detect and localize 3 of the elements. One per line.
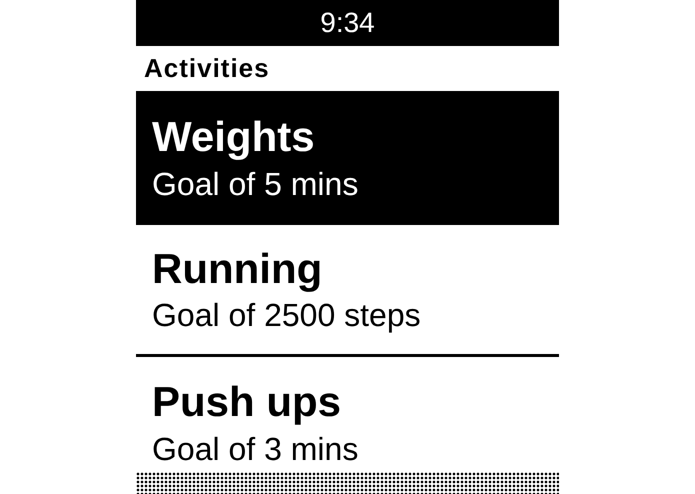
menu-title: Activities [144,53,270,84]
activity-item[interactable]: Weights Goal of 5 mins [136,91,559,225]
clock-time: 9:34 [320,7,375,39]
